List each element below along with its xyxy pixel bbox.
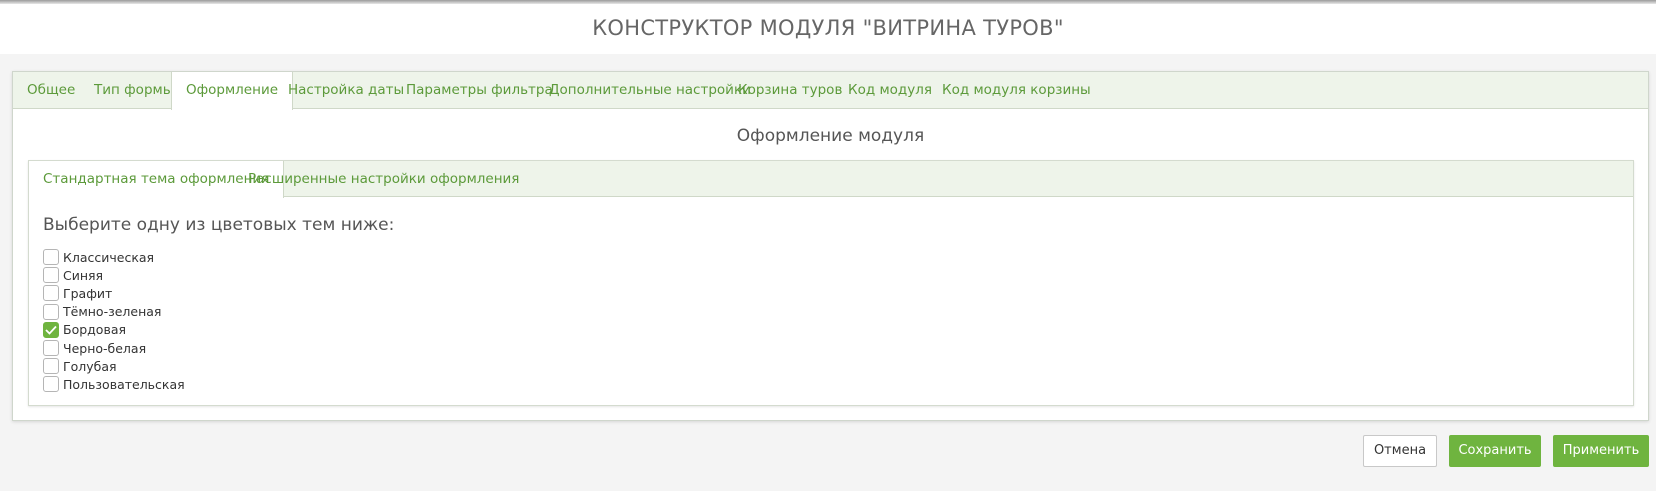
theme-prompt: Выберите одну из цветовых тем ниже: <box>43 215 395 235</box>
checkmark-icon <box>45 325 57 335</box>
tab-form-type[interactable]: Тип формы <box>94 72 173 109</box>
checkbox-checked[interactable] <box>43 321 59 338</box>
option-label: Тёмно-зеленая <box>63 304 162 320</box>
subtab-advanced-design[interactable]: Расширенные настройки оформления <box>248 161 519 197</box>
theme-option-light-blue[interactable]: Голубая <box>43 357 185 375</box>
option-label: Синяя <box>63 267 104 283</box>
apply-button[interactable]: Применить <box>1553 435 1649 467</box>
theme-option-blue[interactable]: Синяя <box>43 266 185 284</box>
checkbox[interactable] <box>43 249 59 266</box>
page-title: КОНСТРУКТОР МОДУЛЯ "ВИТРИНА ТУРОВ" <box>592 16 1064 40</box>
section-title: Оформление модуля <box>736 126 925 146</box>
tab-module-code[interactable]: Код модуля <box>848 72 932 109</box>
option-label: Голубая <box>63 358 117 374</box>
cancel-button[interactable]: Отмена <box>1363 435 1437 467</box>
checkbox[interactable] <box>43 285 59 302</box>
theme-option-graphite[interactable]: Графит <box>43 284 185 302</box>
save-button[interactable]: Сохранить <box>1449 435 1541 467</box>
tab-additional-settings[interactable]: Дополнительные настройки <box>549 72 751 109</box>
main-tabs: Общее Тип формы Оформление Настройка дат… <box>13 72 1648 110</box>
theme-option-custom[interactable]: Пользовательская <box>43 375 185 393</box>
design-subtabs: Стандартная тема оформления Расширенные … <box>29 161 1633 198</box>
checkbox[interactable] <box>43 340 59 357</box>
tab-tour-cart[interactable]: Корзина туров <box>738 72 842 109</box>
theme-option-dark-green[interactable]: Тёмно-зеленая <box>43 303 185 321</box>
tab-design[interactable]: Оформление <box>171 72 294 110</box>
option-label: Классическая <box>63 249 155 265</box>
page-header: КОНСТРУКТОР МОДУЛЯ "ВИТРИНА ТУРОВ" <box>0 4 1656 54</box>
theme-option-classic[interactable]: Классическая <box>43 248 185 266</box>
checkbox[interactable] <box>43 303 59 320</box>
option-label: Пользовательская <box>63 376 185 392</box>
theme-option-black-white[interactable]: Черно-белая <box>43 339 185 357</box>
theme-option-burgundy[interactable]: Бордовая <box>43 321 185 339</box>
option-label: Черно-белая <box>63 340 147 356</box>
checkbox[interactable] <box>43 376 59 393</box>
theme-options: Классическая Синяя Графит Тёмно-зеленая <box>43 248 185 394</box>
option-label: Бордовая <box>63 322 126 338</box>
checkbox[interactable] <box>43 358 59 375</box>
subtab-standard-theme[interactable]: Стандартная тема оформления <box>29 161 285 198</box>
checkbox[interactable] <box>43 267 59 284</box>
tab-general[interactable]: Общее <box>27 72 75 109</box>
module-panel: Общее Тип формы Оформление Настройка дат… <box>12 71 1649 421</box>
tab-filter-params[interactable]: Параметры фильтра <box>406 72 553 109</box>
option-label: Графит <box>63 285 113 301</box>
tab-date-settings[interactable]: Настройка даты <box>288 72 404 109</box>
theme-panel: Стандартная тема оформления Расширенные … <box>28 160 1634 406</box>
tab-cart-module-code[interactable]: Код модуля корзины <box>942 72 1091 109</box>
